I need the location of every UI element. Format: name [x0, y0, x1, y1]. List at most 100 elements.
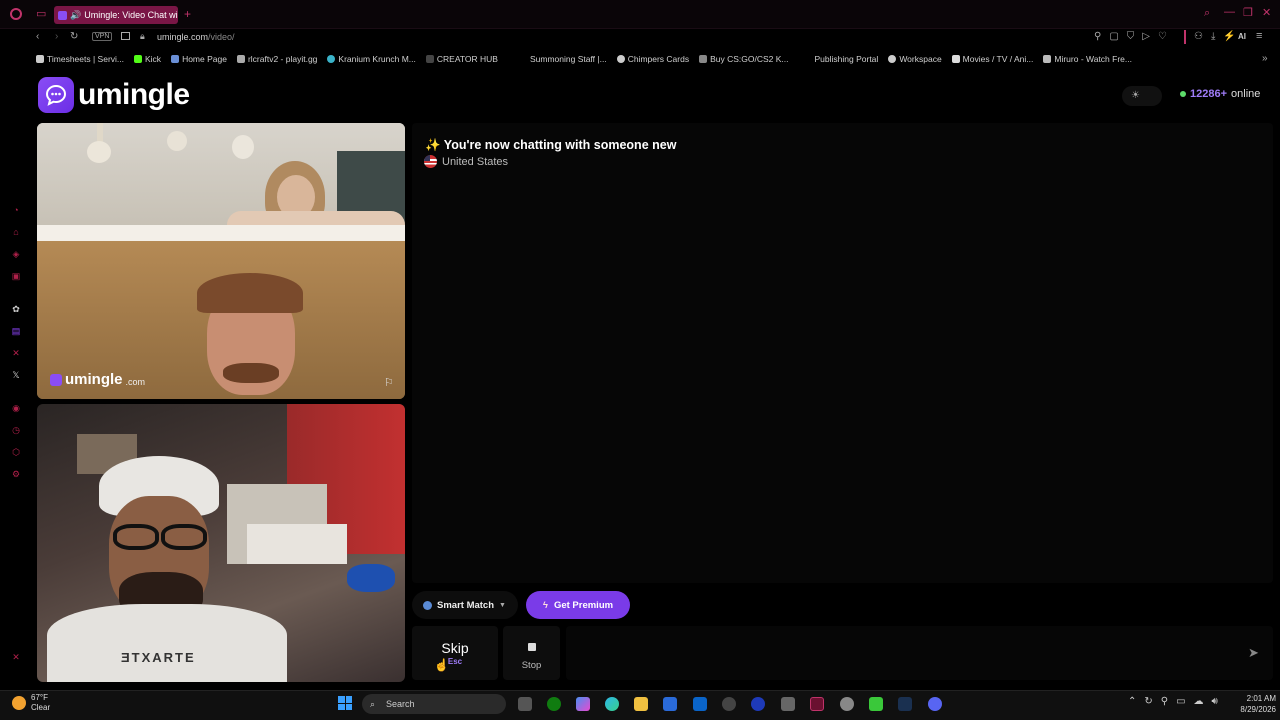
bookmark-favicon-icon	[171, 55, 180, 63]
bookmark-favicon-icon	[699, 55, 708, 63]
message-input[interactable]	[566, 626, 1273, 680]
bookmark-item[interactable]: CREATOR HUB	[425, 51, 498, 67]
bookmark-label: Kick	[145, 54, 162, 64]
skip-shortcut: Esc	[447, 657, 463, 666]
toolbar-actions[interactable]: ⚇⤓⚡	[1194, 31, 1244, 42]
opera-gx-icon[interactable]	[10, 8, 22, 20]
bookmark-label: Miruro - Watch Fre...	[1054, 54, 1132, 64]
online-label: online	[1231, 88, 1261, 100]
search-tabs-icon[interactable]: ⌕	[1204, 7, 1210, 20]
system-tray-icons[interactable]: ⌃↻⚲▭☁🔊︎	[1128, 696, 1226, 707]
edge-icon[interactable]	[605, 697, 619, 711]
taskbar-search[interactable]: ⌕ Search	[362, 694, 506, 714]
player-icon[interactable]: ◉	[11, 403, 21, 413]
chat-panel	[412, 123, 1273, 583]
chat-bubble-icon	[38, 77, 74, 113]
tab-audio-icon[interactable]: 🔊	[70, 10, 81, 21]
opera-gx-taskbar-icon[interactable]	[810, 697, 824, 711]
online-count: 12286+	[1190, 88, 1228, 100]
bookmark-item[interactable]: rlcraftv2 - playit.gg	[236, 51, 318, 67]
bookmarks-overflow-icon[interactable]: »	[1262, 53, 1268, 64]
close-button[interactable]: ✕	[1262, 6, 1271, 19]
site-logo[interactable]: umingle	[38, 77, 190, 113]
ai-button[interactable]: AI	[1238, 32, 1246, 41]
taskbar-clock[interactable]: 2:01 AM 8/29/2026	[1230, 693, 1276, 715]
gx-cleaner-icon[interactable]: ◈	[11, 249, 21, 259]
bookmark-label: Movies / TV / Ani...	[962, 54, 1034, 64]
hand-cursor-icon: ☝	[434, 658, 449, 672]
obs-icon[interactable]	[840, 697, 854, 711]
bookmark-item[interactable]: Publishing Portal	[815, 51, 879, 67]
forward-button[interactable]: ›	[55, 31, 58, 42]
copilot-icon[interactable]	[576, 697, 590, 711]
app-icon-3[interactable]	[869, 697, 883, 711]
bookmark-item[interactable]: Kranium Krunch M...	[327, 51, 416, 67]
reload-button[interactable]: ↻	[70, 31, 78, 42]
date: 8/29/2026	[1240, 705, 1276, 714]
skip-button[interactable]: Skip Esc	[412, 626, 498, 680]
watermark-text: umingle	[65, 371, 123, 388]
report-flag-icon[interactable]: ⚐	[384, 376, 394, 389]
discord-icon[interactable]	[928, 697, 942, 711]
bookmark-item[interactable]: Buy CS:GO/CS2 K...	[699, 51, 789, 67]
bookmark-favicon-icon	[425, 55, 434, 63]
twitch-app-icon[interactable]: ▤	[11, 326, 21, 336]
bookmark-item[interactable]: Kick	[134, 51, 161, 67]
bookmark-label: rlcraftv2 - playit.gg	[247, 54, 318, 64]
theme-toggle[interactable]: ☀	[1122, 86, 1162, 106]
smart-match-dropdown[interactable]: Smart Match ▼	[412, 591, 518, 619]
bookmark-item[interactable]: Movies / TV / Ani...	[951, 51, 1034, 67]
gx-control-icon[interactable]: ◔	[11, 205, 21, 215]
stop-button[interactable]: Stop	[503, 626, 560, 680]
search-icon: ⌕	[370, 699, 376, 709]
bookmark-item[interactable]: Workspace	[888, 51, 942, 67]
restore-button[interactable]: ❐	[1243, 6, 1253, 19]
address-bar-actions[interactable]: ⚲▢⛉▷♡	[1094, 31, 1175, 42]
x-icon[interactable]: 𝕏	[11, 370, 21, 380]
send-icon[interactable]: ➤	[1248, 645, 1259, 661]
weather-widget[interactable]: 67°F Clear	[12, 693, 50, 713]
bookmark-label: Home Page	[182, 54, 227, 64]
minimize-button[interactable]: —	[1224, 6, 1235, 18]
bookmark-item[interactable]: Miruro - Watch Fre...	[1043, 51, 1132, 67]
ea-icon[interactable]	[751, 697, 765, 711]
chatgpt-icon[interactable]: ✿	[11, 304, 21, 314]
sun-icon: ☀	[1131, 90, 1140, 101]
store-icon[interactable]	[663, 697, 677, 711]
windows-start-icon[interactable]	[338, 696, 352, 710]
bookmarks-bar: Timesheets | Servi... Kick Home Page rlc…	[36, 51, 1142, 67]
history-icon[interactable]: ◷	[11, 425, 21, 435]
gx-corner-icon[interactable]: ⌂	[11, 227, 21, 237]
tab-islands-icon[interactable]: ▭	[36, 7, 46, 20]
app-icon-2[interactable]	[781, 697, 795, 711]
url-field[interactable]: umingle.com/video/	[157, 32, 235, 42]
outlook-icon[interactable]	[693, 697, 707, 711]
bookmark-favicon-icon	[616, 55, 625, 63]
file-explorer-icon[interactable]	[634, 697, 648, 711]
active-tab[interactable]: 🔊 Umingle: Video Chat wi	[54, 6, 178, 24]
messenger-icon[interactable]: ✕	[11, 348, 21, 358]
app-icon[interactable]	[722, 697, 736, 711]
xbox-icon[interactable]	[547, 697, 561, 711]
snapshot-icon[interactable]	[121, 32, 130, 40]
bookmark-item[interactable]: Summoning Staff |...	[530, 51, 607, 67]
settings-icon[interactable]: ⚙	[11, 469, 21, 479]
bookmark-item[interactable]: Timesheets | Servi...	[36, 51, 124, 67]
steam-icon[interactable]	[898, 697, 912, 711]
toolbar-divider	[1184, 30, 1186, 44]
gx-logo-icon[interactable]: ✕	[11, 652, 21, 662]
stop-label: Stop	[521, 660, 542, 671]
menu-icon[interactable]: ≡	[1256, 30, 1262, 42]
bookmark-label: Chimpers Cards	[627, 54, 690, 64]
twitch-icon[interactable]: ▣	[11, 271, 21, 281]
search-label: Search	[386, 699, 415, 709]
bookmark-item[interactable]: Home Page	[171, 51, 227, 67]
task-view-icon[interactable]	[518, 697, 532, 711]
extensions-icon[interactable]: ⬡	[11, 447, 21, 457]
back-button[interactable]: ‹	[36, 31, 39, 42]
get-premium-button[interactable]: ϟ Get Premium	[526, 591, 630, 619]
bookmark-item[interactable]: Chimpers Cards	[616, 51, 690, 67]
vpn-badge[interactable]: VPN	[92, 32, 113, 41]
new-tab-button[interactable]: +	[184, 7, 191, 21]
lock-icon[interactable]: 🔒︎	[140, 31, 145, 42]
